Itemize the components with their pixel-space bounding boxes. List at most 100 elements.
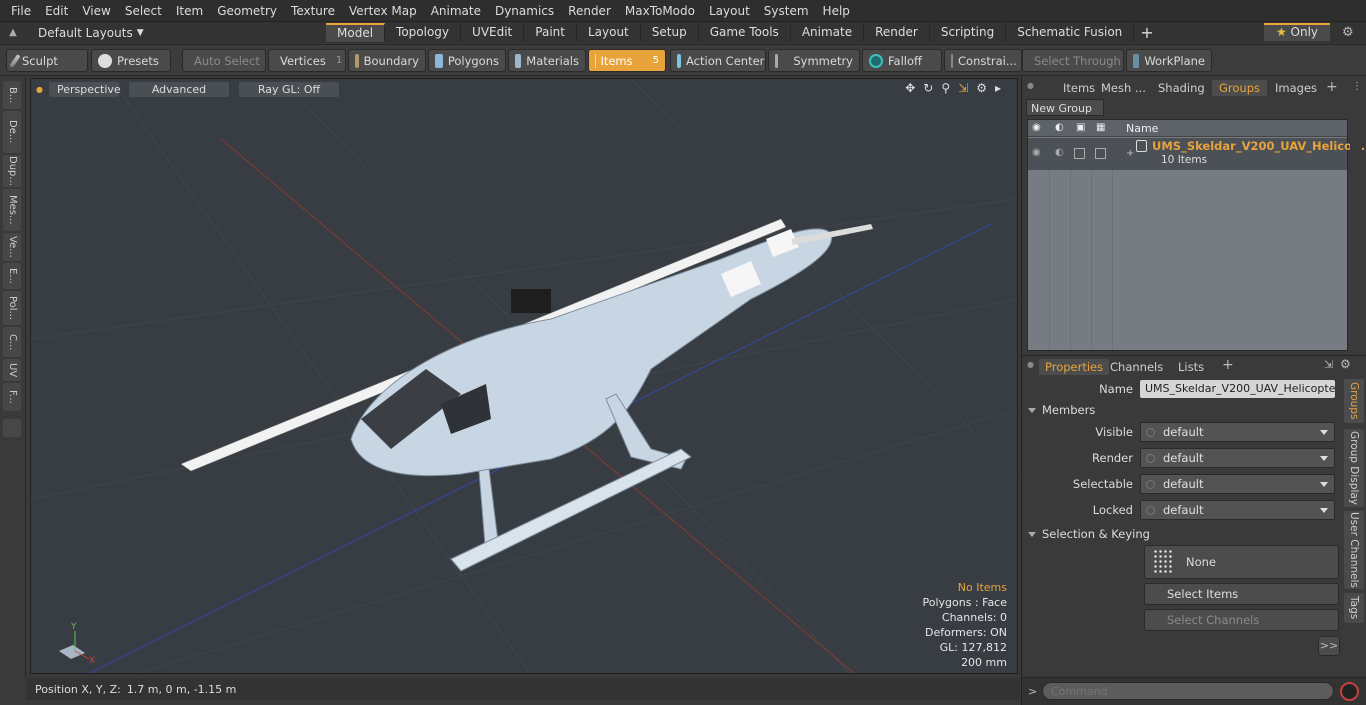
viewport-gear-icon[interactable]: ⚙	[976, 81, 987, 95]
command-input[interactable]	[1042, 682, 1334, 700]
menu-item-render[interactable]: Render	[561, 4, 618, 18]
row-render-icon[interactable]: ◐	[1055, 147, 1064, 158]
expand-icon[interactable]: +	[1126, 148, 1134, 159]
selectable-dropdown[interactable]: default	[1140, 474, 1335, 494]
side-tab-groups[interactable]: Groups	[1344, 379, 1364, 423]
menu-item-system[interactable]: System	[757, 4, 816, 18]
side-tab-group-display[interactable]: Group Display	[1344, 429, 1364, 507]
row-lock-box[interactable]	[1095, 148, 1106, 159]
presets-button[interactable]: Presets	[91, 49, 171, 72]
row-eye-icon[interactable]: ◉	[1032, 147, 1041, 158]
lock-icon[interactable]: ▦	[1096, 122, 1105, 133]
action-center-button[interactable]: Action Center	[670, 49, 766, 72]
layout-tab-schematic-fusion[interactable]: Schematic Fusion	[1006, 23, 1135, 42]
props-expand-icon[interactable]: ⇲	[1324, 358, 1333, 371]
menu-item-vertex-map[interactable]: Vertex Map	[342, 4, 424, 18]
panel-tab-images[interactable]: Images	[1268, 80, 1324, 96]
group-name[interactable]: UMS_Skeldar_V200_UAV_Helico...	[1152, 139, 1365, 153]
vertices-button[interactable]: Vertices 1	[268, 49, 346, 72]
more-button[interactable]: >>	[1318, 636, 1340, 656]
select-items-button[interactable]: Select Items	[1144, 583, 1339, 605]
only-toggle[interactable]: ★ Only	[1264, 23, 1330, 41]
menu-item-file[interactable]: File	[4, 4, 38, 18]
eye-icon[interactable]: ◉	[1032, 122, 1041, 133]
select-channels-button[interactable]: Select Channels	[1144, 609, 1339, 631]
new-group-button[interactable]: New Group	[1026, 99, 1104, 116]
layout-tab-animate[interactable]: Animate	[791, 23, 865, 42]
menu-item-maxtomodo[interactable]: MaxToModo	[618, 4, 702, 18]
sculpt-button[interactable]: Sculpt	[6, 49, 88, 72]
view-mode-button[interactable]: Perspective	[48, 81, 121, 97]
layout-tab-model[interactable]: Model	[326, 23, 386, 42]
add-props-tab-button[interactable]: +	[1222, 357, 1234, 373]
left-tab-5[interactable]: Ve...	[3, 233, 21, 261]
render-icon[interactable]: ◐	[1055, 122, 1064, 133]
group-list[interactable]: ◉ ◐ ▣ ▦ Name ◉ ◐ + UMS_Skeldar_V200_UAV_…	[1027, 119, 1365, 351]
panel-menu-icon[interactable]: ⋮	[1352, 81, 1362, 92]
panel-tab-mesh[interactable]: Mesh ...	[1094, 80, 1153, 96]
members-section[interactable]: Members	[1028, 402, 1095, 418]
select-through-button[interactable]: Select Through	[1022, 49, 1124, 72]
layout-tab-render[interactable]: Render	[864, 23, 930, 42]
left-tab-6[interactable]: E...	[3, 263, 21, 289]
symmetry-button[interactable]: Symmetry	[768, 49, 860, 72]
props-tab-properties[interactable]: Properties	[1039, 359, 1110, 375]
panel-tab-shading[interactable]: Shading	[1151, 80, 1212, 96]
rotate-view-icon[interactable]: ↻	[923, 81, 933, 95]
left-tab-toggle[interactable]	[3, 419, 21, 437]
menu-item-geometry[interactable]: Geometry	[210, 4, 284, 18]
menu-item-help[interactable]: Help	[816, 4, 857, 18]
scene-canvas[interactable]	[31, 79, 1018, 674]
none-button[interactable]: None	[1144, 545, 1339, 579]
layout-tab-uvedit[interactable]: UVEdit	[461, 23, 525, 42]
left-tab-7[interactable]: Pol...	[3, 291, 21, 325]
left-tab-1[interactable]: B...	[3, 81, 21, 109]
selection-keying-section[interactable]: Selection & Keying	[1028, 526, 1150, 542]
helicopter-model[interactable]	[180, 218, 873, 579]
move-view-icon[interactable]: ✥	[905, 81, 915, 95]
menu-item-item[interactable]: Item	[169, 4, 210, 18]
constraints-button[interactable]: Constrai...	[944, 49, 1022, 72]
left-tab-9[interactable]: UV	[3, 359, 21, 381]
shading-mode-button[interactable]: Advanced	[128, 81, 229, 97]
layout-tab-scripting[interactable]: Scripting	[930, 23, 1007, 42]
column-name-header[interactable]: Name	[1126, 122, 1158, 135]
menu-item-view[interactable]: View	[75, 4, 117, 18]
layout-tab-game-tools[interactable]: Game Tools	[699, 23, 791, 42]
select-icon[interactable]: ▣	[1076, 122, 1085, 133]
auto-select-button[interactable]: Auto Select	[182, 49, 266, 72]
list-scrollbar[interactable]	[1350, 119, 1362, 351]
props-tab-lists[interactable]: Lists	[1172, 359, 1210, 375]
materials-button[interactable]: Materials	[508, 49, 586, 72]
gear-icon[interactable]: ⚙	[1342, 25, 1354, 40]
fit-view-icon[interactable]: ⇲	[958, 81, 968, 95]
workplane-button[interactable]: WorkPlane	[1126, 49, 1212, 72]
render-dropdown[interactable]: default	[1140, 448, 1335, 468]
polygons-button[interactable]: Polygons	[428, 49, 506, 72]
add-panel-tab-button[interactable]: +	[1326, 79, 1338, 95]
side-tab-tags[interactable]: Tags	[1344, 593, 1364, 623]
falloff-button[interactable]: Falloff	[862, 49, 942, 72]
props-gear-icon[interactable]: ⚙	[1340, 357, 1351, 371]
boundary-button[interactable]: Boundary	[348, 49, 426, 72]
props-tab-channels[interactable]: Channels	[1104, 359, 1169, 375]
menu-item-texture[interactable]: Texture	[284, 4, 342, 18]
name-input[interactable]: UMS_Skeldar_V200_UAV_Helicopter (:	[1140, 380, 1335, 398]
viewport-expand-icon[interactable]: ▸	[995, 81, 1001, 95]
add-tab-button[interactable]: +	[1140, 23, 1153, 42]
menu-item-select[interactable]: Select	[118, 4, 169, 18]
menu-item-animate[interactable]: Animate	[424, 4, 488, 18]
layout-tab-layout[interactable]: Layout	[577, 23, 641, 42]
locked-dropdown[interactable]: default	[1140, 500, 1335, 520]
items-button[interactable]: Items 5	[588, 49, 666, 72]
left-tab-8[interactable]: C...	[3, 327, 21, 357]
left-tab-3[interactable]: Dup...	[3, 155, 21, 187]
layout-tab-paint[interactable]: Paint	[524, 23, 577, 42]
zoom-view-icon[interactable]: ⚲	[941, 81, 950, 95]
panel-tab-groups[interactable]: Groups	[1212, 80, 1268, 96]
group-row[interactable]: ◉ ◐ + UMS_Skeldar_V200_UAV_Helico... 10 …	[1028, 138, 1365, 170]
record-icon[interactable]	[1340, 682, 1359, 701]
layout-menu-icon[interactable]: ▲	[0, 27, 26, 38]
visible-dropdown[interactable]: default	[1140, 422, 1335, 442]
menu-item-edit[interactable]: Edit	[38, 4, 75, 18]
